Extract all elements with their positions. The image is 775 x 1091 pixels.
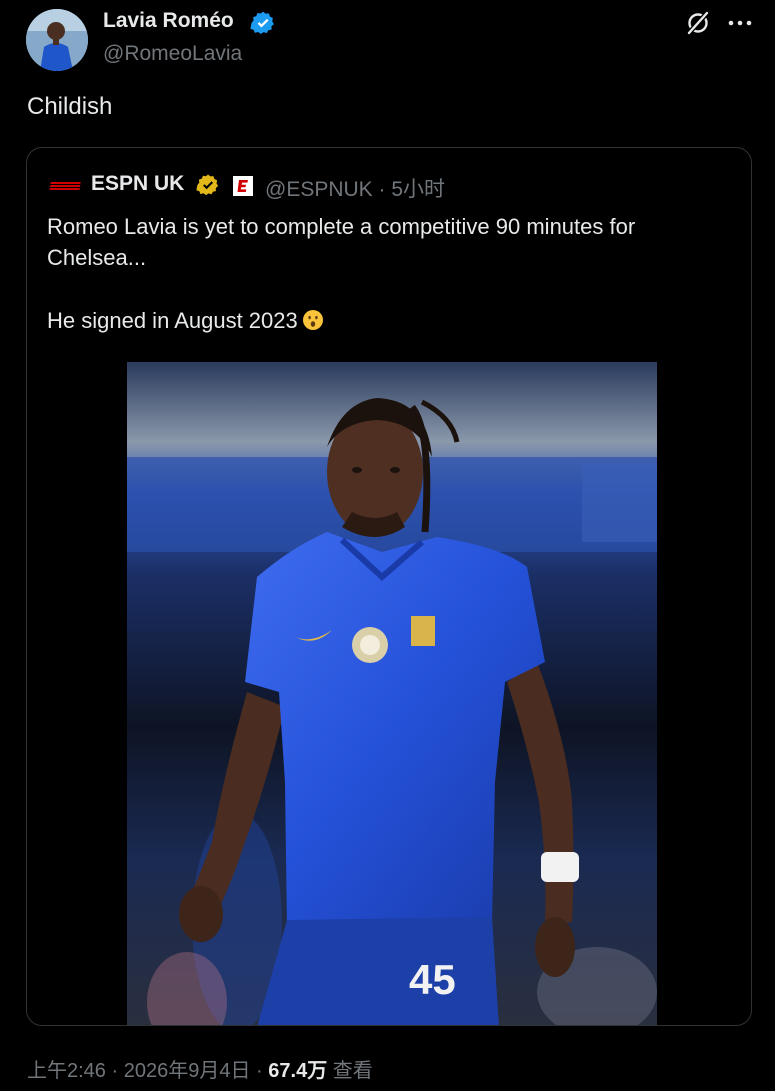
player-photo: 45	[127, 362, 657, 1025]
tweet-timestamp: 上午2:46 · 2026年9月4日 · 67.4万 查看	[27, 1054, 373, 1083]
surprised-face-emoji	[302, 310, 323, 330]
quoted-tweet-card[interactable]: ESPN UK @ESPNUK · 5小时 Romeo Lavia is yet…	[26, 147, 752, 1026]
verified-badge-icon	[250, 11, 274, 34]
tweet-time[interactable]: 上午2:46	[27, 1060, 106, 1082]
avatar-image	[26, 9, 88, 71]
espn-logo	[49, 182, 81, 190]
quoted-author-handle[interactable]: @ESPNUK	[265, 178, 373, 201]
espn-e-icon	[233, 176, 253, 196]
timestamp-separator: ·	[256, 1060, 263, 1082]
author-name[interactable]: Lavia Roméo	[103, 9, 234, 33]
tweet-text: Childish	[27, 93, 113, 120]
quoted-author-name[interactable]: ESPN UK	[91, 172, 184, 196]
views-label: 查看	[332, 1060, 373, 1082]
quoted-text-line-2: He signed in August 2023	[47, 308, 298, 333]
quoted-tweet-text: Romeo Lavia is yet to complete a competi…	[47, 211, 727, 336]
avatar[interactable]	[26, 9, 88, 71]
tweet-date[interactable]: 2026年9月4日	[124, 1060, 251, 1082]
grok-icon[interactable]	[684, 9, 712, 37]
quoted-text-line: He signed in August 2023	[47, 305, 727, 336]
more-options-icon[interactable]	[727, 12, 753, 34]
timestamp-separator: ·	[111, 1060, 119, 1082]
author-handle[interactable]: @RomeoLavia	[103, 42, 242, 66]
quoted-time-ago[interactable]: 5小时	[391, 178, 445, 201]
shirt-number: 45	[409, 956, 456, 1003]
meta-separator: ·	[378, 178, 386, 201]
gold-verified-badge-icon	[196, 174, 219, 196]
quoted-text-line: Romeo Lavia is yet to complete a competi…	[47, 214, 636, 270]
media-image[interactable]: 45	[127, 362, 657, 1025]
quoted-tweet-meta: @ESPNUK · 5小时	[265, 173, 445, 203]
view-count[interactable]: 67.4万	[268, 1060, 327, 1082]
